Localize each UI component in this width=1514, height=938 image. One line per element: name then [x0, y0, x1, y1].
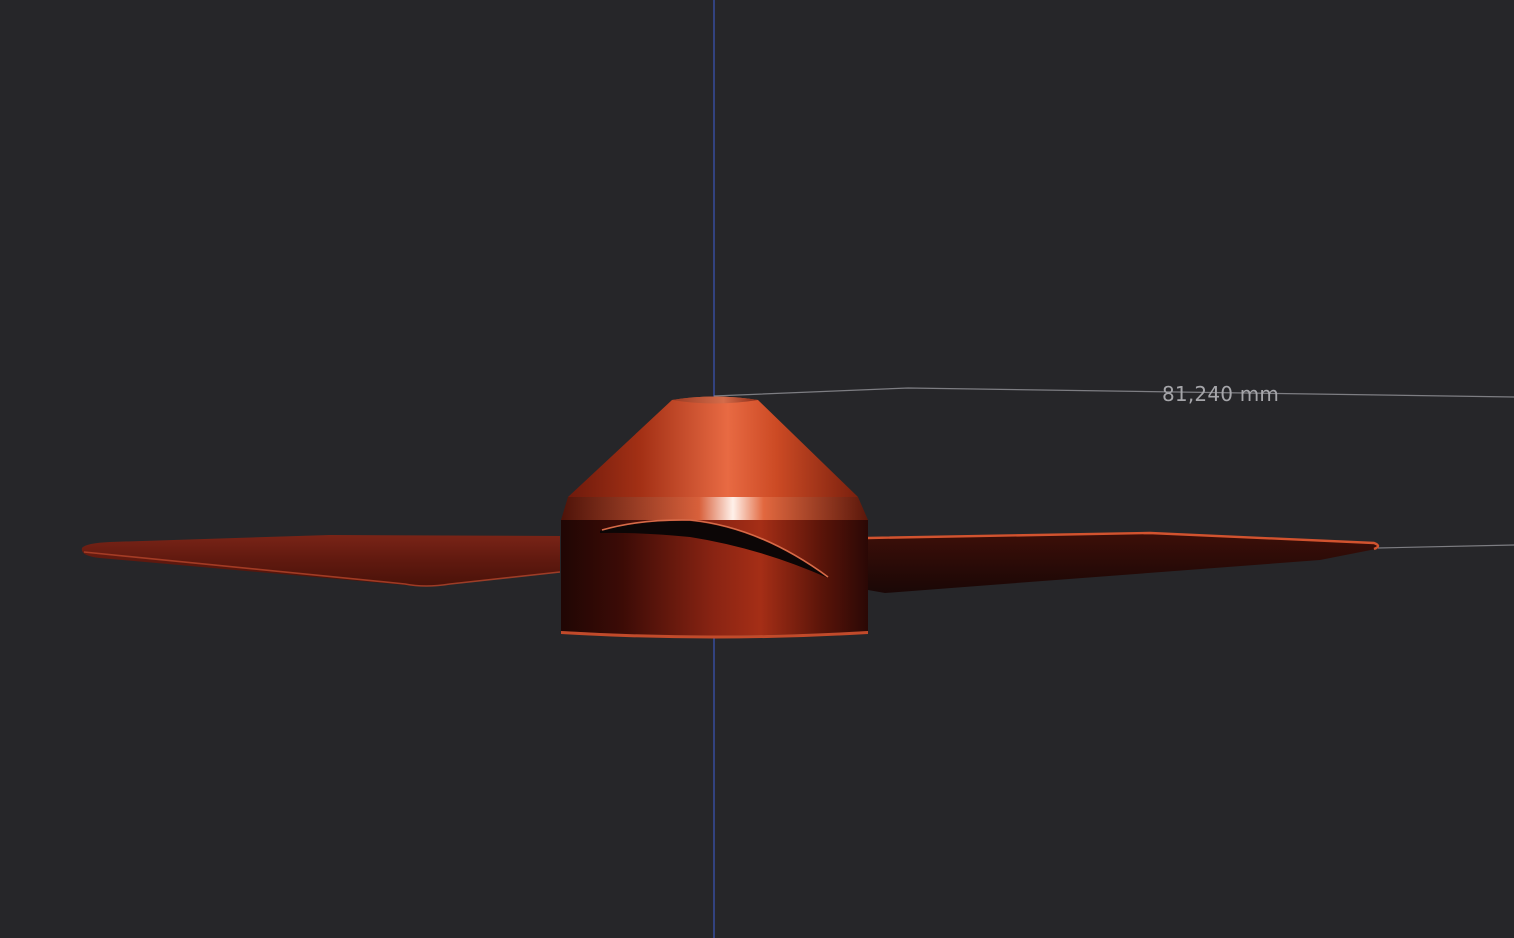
hub-band [561, 497, 868, 520]
dimension-line-top [713, 387, 1514, 398]
3d-viewport[interactable]: 81,240 mm [0, 0, 1514, 938]
propeller-blade-right[interactable] [868, 532, 1379, 593]
dimension-label: 81,240 mm [1162, 382, 1280, 406]
hub-cone[interactable] [568, 396, 858, 498]
model-scene[interactable] [0, 0, 1514, 938]
dimension-line-bottom [1377, 544, 1514, 549]
propeller-blade-left[interactable] [81, 535, 561, 587]
